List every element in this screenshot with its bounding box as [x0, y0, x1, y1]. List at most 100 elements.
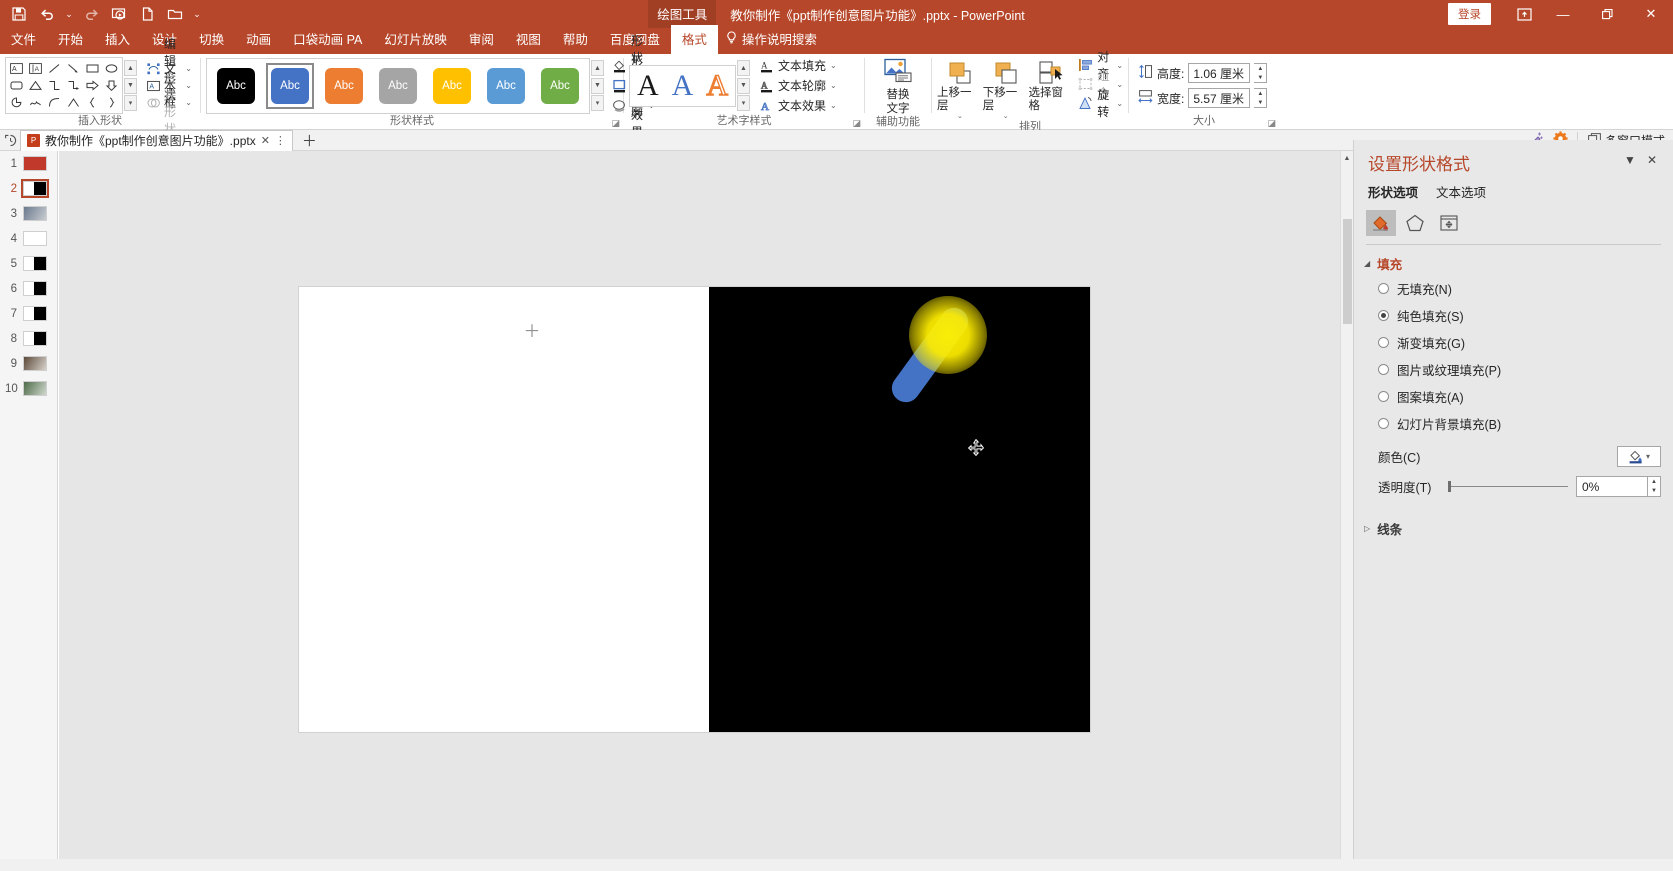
tab-view[interactable]: 视图 — [505, 25, 552, 54]
shape-style-option[interactable]: Abc — [482, 63, 530, 109]
styles-scroll-down-icon[interactable]: ▼ — [591, 77, 604, 94]
slide-preview[interactable] — [23, 206, 47, 221]
slide-thumb-2[interactable]: 2 — [0, 176, 57, 201]
shape-arrow-icon[interactable] — [66, 62, 81, 75]
shape-style-option-selected[interactable]: Abc — [265, 61, 315, 110]
fill-option-gradient[interactable]: 渐变填充(G) — [1354, 329, 1673, 356]
wordart-sample-black[interactable]: A — [637, 69, 659, 103]
shape-curve-icon[interactable] — [47, 96, 62, 109]
slide-preview[interactable] — [23, 231, 47, 246]
shape-right-arrow-icon[interactable] — [85, 79, 100, 92]
width-input[interactable]: 5.57 厘米 — [1188, 88, 1251, 108]
slide-thumb-6[interactable]: 6 — [0, 276, 57, 301]
slide-thumb-3[interactable]: 3 — [0, 201, 57, 226]
shapes-gallery-scroll[interactable]: ▲ ▼ ▾ — [124, 60, 137, 111]
wordart-gallery[interactable]: A A A — [629, 64, 737, 107]
scroll-up-icon[interactable]: ▲ — [1341, 151, 1353, 165]
fill-option-none[interactable]: 无填充(N) — [1354, 275, 1673, 302]
close-button[interactable]: ✕ — [1629, 0, 1673, 28]
bring-forward-button[interactable]: 上移一层 ⌄ — [937, 56, 983, 121]
size-properties-icon[interactable] — [1434, 210, 1464, 236]
slide-canvas[interactable]: ＋ — [59, 151, 1353, 859]
slide-thumb-5[interactable]: 5 — [0, 251, 57, 276]
slide-thumb-8[interactable]: 8 — [0, 326, 57, 351]
shapes-scroll-up-icon[interactable]: ▲ — [124, 60, 137, 76]
chevron-down-icon[interactable]: ▾ — [1646, 452, 1650, 461]
fill-option-pattern[interactable]: 图案填充(A) — [1354, 383, 1673, 410]
styles-scroll-up-icon[interactable]: ▲ — [591, 60, 604, 76]
tab-home[interactable]: 开始 — [47, 25, 94, 54]
slide-thumb-10[interactable]: 10 — [0, 376, 57, 401]
shape-line-icon[interactable] — [47, 62, 62, 75]
shape-arc-icon[interactable] — [66, 96, 81, 109]
radio-icon[interactable] — [1378, 418, 1389, 429]
tab-slideshow[interactable]: 幻灯片放映 — [373, 25, 458, 54]
chevron-down-icon[interactable]: ⌄ — [830, 101, 837, 110]
shape-right-brace-icon[interactable] — [104, 96, 119, 109]
shape-pie-icon[interactable] — [9, 96, 24, 109]
height-step-up-icon[interactable]: ▲ — [1254, 64, 1267, 73]
send-backward-button[interactable]: 下移一层 ⌄ — [983, 56, 1029, 121]
transparency-input[interactable]: 0% — [1576, 476, 1648, 497]
pane-menu-icon[interactable]: ▼ — [1619, 150, 1641, 170]
chevron-down-icon[interactable]: ⌄ — [1003, 113, 1009, 121]
add-content-placeholder-icon[interactable]: ＋ — [521, 318, 543, 341]
transparency-stepper[interactable]: ▲ ▼ — [1648, 476, 1661, 497]
selection-pane-button[interactable]: 选择窗格 — [1029, 56, 1075, 113]
effects-pentagon-icon[interactable] — [1400, 210, 1430, 236]
text-effects-button[interactable]: A 文本效果 ⌄ — [758, 97, 837, 115]
width-step-up-icon[interactable]: ▲ — [1254, 89, 1267, 98]
wordart-dialog-launcher[interactable]: ◪ — [852, 118, 861, 129]
size-dialog-launcher[interactable]: ◪ — [1267, 118, 1276, 129]
alt-text-button[interactable]: 替换 文字 — [870, 56, 926, 116]
slide-thumb-1[interactable]: 1 — [0, 151, 57, 176]
tab-history-icon[interactable] — [0, 134, 20, 147]
customize-qat-icon[interactable]: ⌄ — [190, 3, 204, 25]
new-tab-button[interactable]: ＋ — [293, 130, 326, 151]
undo-icon[interactable] — [34, 3, 60, 25]
expand-triangle-icon[interactable]: ▷ — [1364, 524, 1370, 533]
slide-thumb-9[interactable]: 9 — [0, 351, 57, 376]
wordart-sample-orange[interactable]: A — [706, 68, 729, 103]
tell-me-search[interactable]: 操作说明搜索 — [718, 25, 825, 54]
start-presentation-icon[interactable] — [106, 3, 132, 25]
shape-style-option[interactable]: Abc — [374, 63, 422, 109]
chevron-down-icon[interactable]: ⌄ — [830, 81, 837, 90]
sign-in-button[interactable]: 登录 — [1448, 3, 1491, 25]
shape-oval-icon[interactable] — [104, 62, 119, 75]
wordart-scroll-up-icon[interactable]: ▲ — [737, 60, 751, 76]
fill-option-solid[interactable]: 纯色填充(S) — [1354, 302, 1673, 329]
width-stepper[interactable]: ▲ ▼ — [1254, 88, 1268, 108]
radio-icon[interactable] — [1378, 337, 1389, 348]
slide-preview-current[interactable] — [21, 179, 49, 198]
slide-preview[interactable] — [23, 256, 47, 271]
wordart-more-icon[interactable]: ▾ — [737, 95, 751, 111]
shape-style-option[interactable]: Abc — [212, 63, 260, 109]
wordart-sample-blue[interactable]: A — [672, 69, 694, 103]
tab-review[interactable]: 审阅 — [458, 25, 505, 54]
slide-surface[interactable]: ＋ — [299, 287, 1090, 732]
tab-animations[interactable]: 动画 — [235, 25, 282, 54]
shape-elbow-connector-icon[interactable] — [47, 79, 62, 92]
minimize-button[interactable]: — — [1541, 0, 1585, 28]
shape-styles-dialog-launcher[interactable]: ◪ — [611, 118, 620, 129]
shapes-scroll-down-icon[interactable]: ▼ — [124, 77, 137, 94]
ribbon-display-options-icon[interactable] — [1507, 0, 1541, 28]
tab-menu-icon[interactable]: ⋮ — [275, 134, 286, 147]
shape-style-option[interactable]: Abc — [536, 63, 584, 109]
text-outline-button[interactable]: A 文本轮廓 ⌄ — [758, 77, 837, 95]
radio-icon-selected[interactable] — [1378, 310, 1389, 321]
shape-styles-scroll[interactable]: ▲ ▼ ▾ — [591, 60, 604, 111]
transparency-step-up-icon[interactable]: ▲ — [1648, 477, 1660, 487]
shape-style-option[interactable]: Abc — [320, 63, 368, 109]
shape-triangle-icon[interactable] — [28, 79, 43, 92]
shape-left-brace-icon[interactable] — [85, 96, 100, 109]
slide-preview[interactable] — [23, 281, 47, 296]
canvas-vertical-scrollbar[interactable]: ▲ — [1340, 151, 1353, 859]
shape-elbow-arrow-icon[interactable] — [66, 79, 81, 92]
width-step-down-icon[interactable]: ▼ — [1254, 98, 1267, 107]
slide-preview[interactable] — [23, 331, 47, 346]
shapes-gallery[interactable]: A A — [5, 57, 123, 114]
shape-textbox-icon[interactable]: A — [9, 62, 24, 75]
tab-transitions[interactable]: 切换 — [188, 25, 235, 54]
